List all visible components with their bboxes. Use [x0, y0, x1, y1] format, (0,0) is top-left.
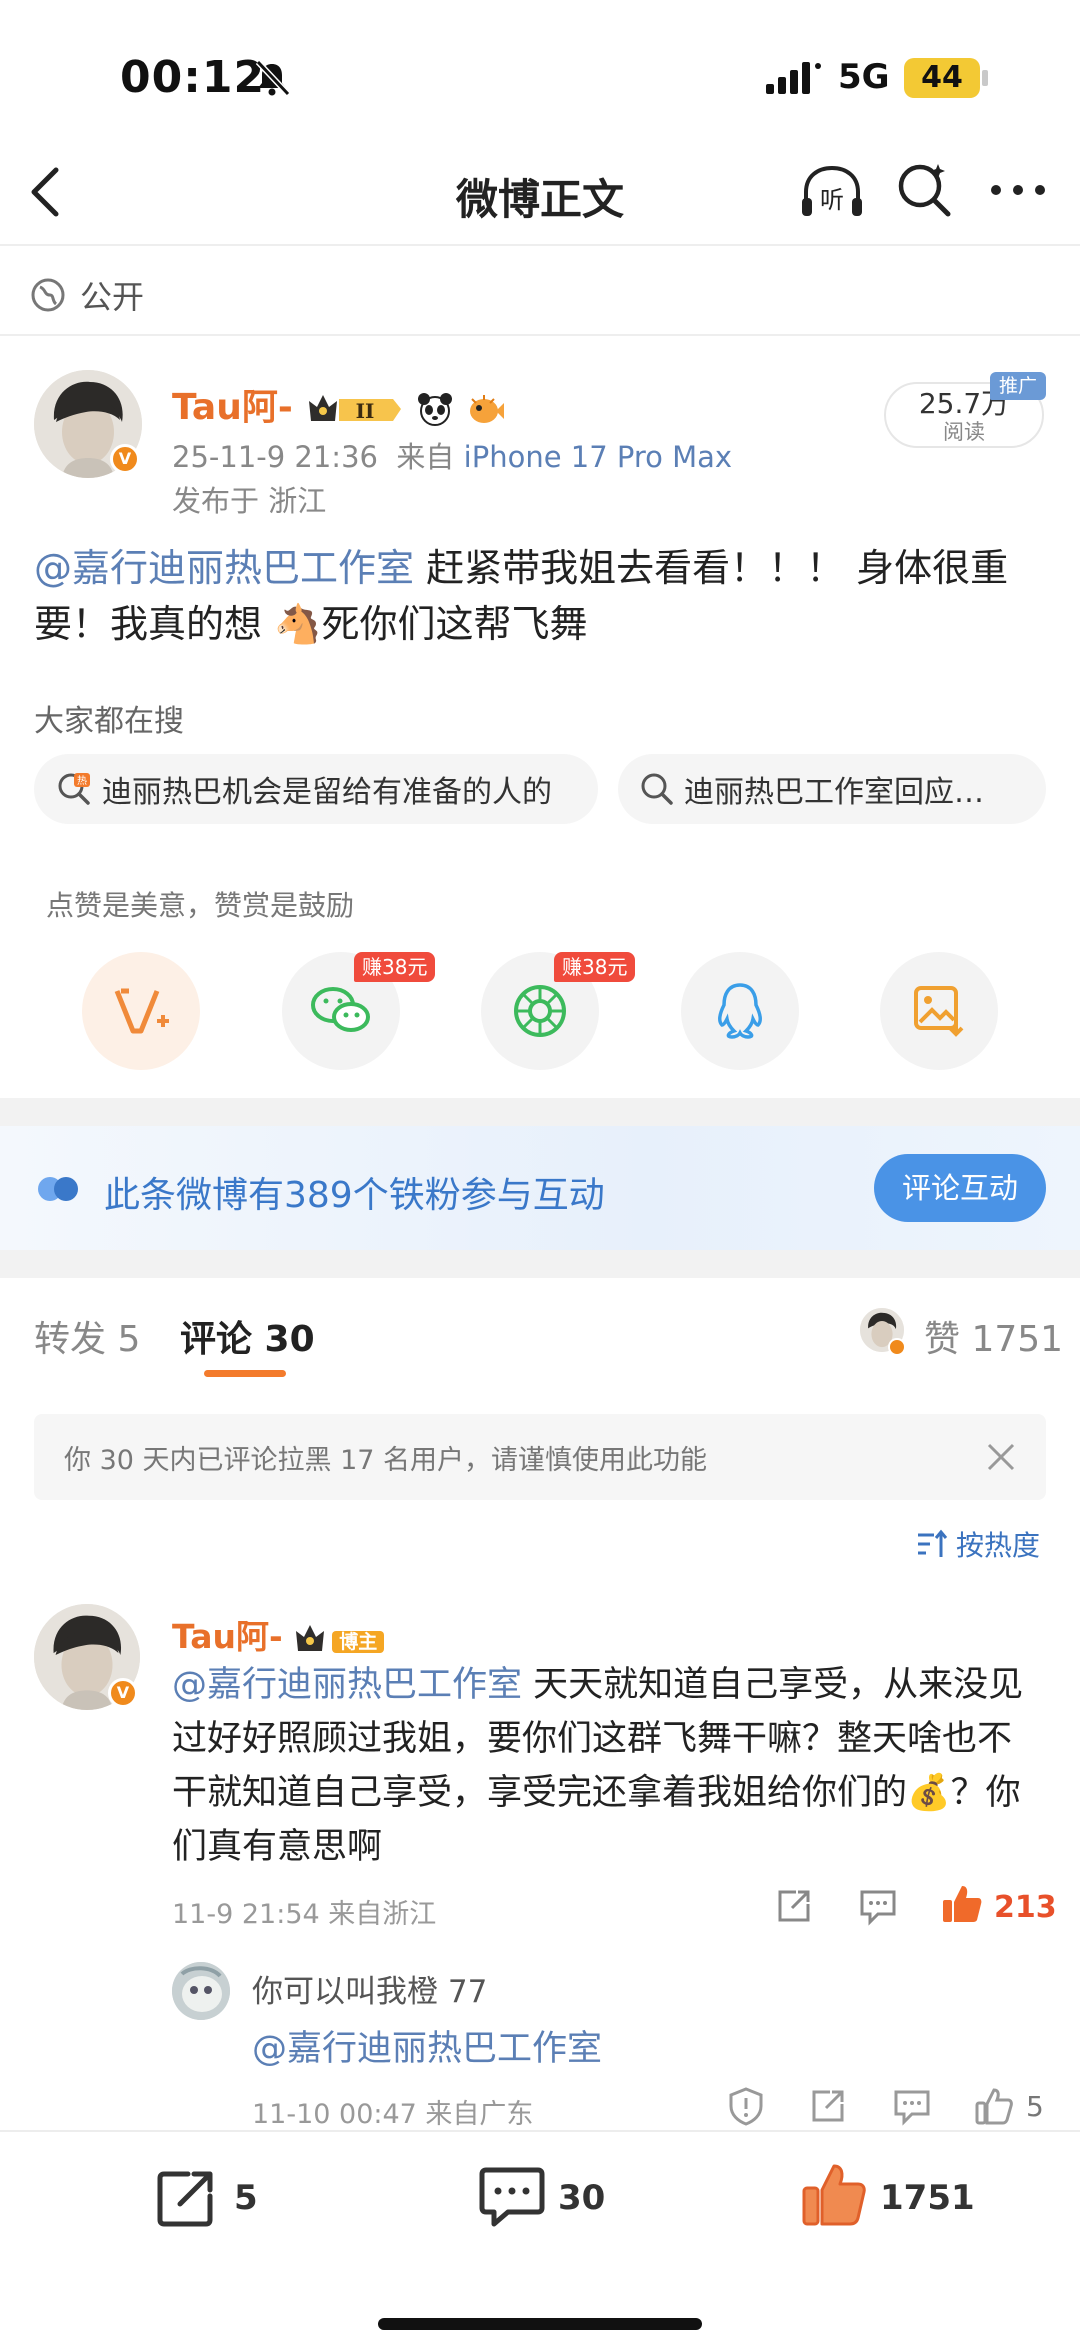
verified-badge-icon: V	[108, 1678, 138, 1708]
report-icon[interactable]	[726, 2086, 766, 2126]
share-comment-icon[interactable]	[774, 1886, 814, 1926]
read-count-label: 阅读	[943, 420, 985, 444]
comment-icon[interactable]	[478, 2164, 546, 2230]
panda-icon	[417, 393, 452, 426]
post-author-name[interactable]: Tau阿-	[172, 387, 293, 428]
post-meta: 25-11-9 21:36 来自 iPhone 17 Pro Max	[172, 434, 732, 476]
visibility-label: 公开	[80, 278, 145, 316]
comment-interact-button[interactable]: 评论互动	[874, 1154, 1046, 1222]
reply-comment-icon[interactable]	[858, 1886, 898, 1926]
reply-meta: 11-10 00:47 来自广东	[252, 2099, 534, 2130]
like-comment-icon[interactable]	[940, 1882, 984, 1926]
horse-emoji: 🐴	[274, 602, 322, 646]
sort-icon	[918, 1529, 948, 1557]
comment-mention-link[interactable]: @嘉行迪丽热巴工作室	[172, 1665, 522, 1705]
like-reply-icon[interactable]	[974, 2086, 1014, 2126]
repost-icon[interactable]	[154, 2166, 218, 2230]
post-mention-link[interactable]: @嘉行迪丽热巴工作室	[34, 546, 414, 590]
sort-label: 按热度	[956, 1529, 1041, 1562]
image-download-icon	[914, 986, 964, 1037]
bell-off-icon	[255, 59, 291, 97]
home-indicator	[378, 2318, 702, 2330]
divider	[0, 244, 1080, 246]
divider	[0, 334, 1080, 336]
member-level-badge-icon[interactable]: II	[305, 391, 403, 427]
share-reply-icon[interactable]	[808, 2086, 848, 2126]
active-tab-indicator	[204, 1370, 286, 1377]
svg-text:II: II	[356, 399, 375, 423]
battery-cap	[982, 70, 988, 86]
trending-search-label: 迪丽热巴机会是留给有准备的人的	[102, 775, 552, 810]
reply-author-name[interactable]: 你可以叫我橙 77	[252, 1966, 487, 2011]
reply-mention-link[interactable]: @嘉行迪丽热巴工作室	[252, 2020, 602, 2071]
like-icon[interactable]	[800, 2160, 868, 2228]
post-from-label: 来自	[396, 440, 455, 474]
qq-icon	[718, 983, 762, 1039]
wechat-moments-icon	[514, 985, 566, 1037]
svg-text:听: 听	[820, 186, 844, 214]
network-type: 5G	[838, 57, 890, 97]
hot-search-icon: 热	[58, 773, 90, 805]
tab-comment[interactable]: 评论 30	[180, 1310, 315, 1362]
comment-body: @嘉行迪丽热巴工作室 天天就知道自己享受，从来没见过好好照顾过我姐，要你们这群飞…	[172, 1658, 1042, 1874]
wechat-icon	[311, 987, 370, 1032]
section-gap	[0, 1098, 1080, 1126]
post-text-part2: 死你们这帮飞舞	[321, 602, 588, 646]
op-badge: 博主	[332, 1631, 385, 1653]
reply-like-count: 5	[1026, 2090, 1044, 2123]
post-body: @嘉行迪丽热巴工作室 赶紧带我姐去看看！！！ 身体很重要！我真的想 🐴死你们这帮…	[34, 540, 1054, 652]
save-image-button[interactable]	[880, 952, 998, 1070]
svg-text:热: 热	[77, 774, 87, 787]
money-bag-emoji: 💰	[907, 1773, 951, 1813]
battery-indicator: 44	[904, 58, 980, 98]
iron-fans-text: 此条微博有389个铁粉参与互动	[104, 1175, 605, 1216]
post-author-row: Tau阿- II	[172, 378, 505, 430]
reply-author-avatar[interactable]	[172, 1962, 230, 2020]
listen-icon[interactable]: 听	[798, 162, 866, 222]
comment-like-count: 213	[994, 1890, 1057, 1925]
signal-icon	[766, 62, 821, 94]
more-icon[interactable]	[988, 180, 1048, 200]
post-time: 25-11-9 21:36	[172, 440, 378, 474]
trending-search-chip[interactable]: 迪丽热巴工作室回应…	[618, 754, 1046, 824]
reply-to-reply-icon[interactable]	[892, 2086, 932, 2126]
sort-by-heat-button[interactable]: 按热度	[916, 1524, 1040, 1564]
verified-badge-icon: V	[110, 444, 140, 474]
close-icon[interactable]	[984, 1440, 1018, 1474]
reward-button[interactable]	[82, 952, 200, 1070]
comment-author-name[interactable]: Tau阿-	[172, 1617, 283, 1656]
comment-meta: 11-9 21:54 来自浙江	[172, 1899, 437, 1930]
comment-count: 30	[558, 2178, 606, 2218]
status-time: 00:12	[120, 52, 266, 103]
comment-author-row: Tau阿- 博主	[172, 1610, 385, 1658]
earn-badge: 赚38元	[354, 952, 436, 982]
post-location: 发布于 浙江	[172, 484, 327, 518]
visibility-row: 公开	[30, 270, 144, 320]
repost-count: 5	[234, 2178, 258, 2218]
pufferfish-icon	[470, 395, 505, 423]
tab-likes[interactable]: 赞 1751	[924, 1310, 1063, 1362]
tab-repost[interactable]: 转发 5	[34, 1310, 140, 1362]
section-gap	[0, 1250, 1080, 1278]
reward-v-plus-icon	[114, 988, 169, 1034]
bottom-action-bar	[0, 2130, 1080, 2347]
verified-badge-icon	[888, 1338, 906, 1356]
trending-search-header: 大家都在搜	[34, 704, 184, 739]
iron-fans-icon	[38, 1177, 78, 1201]
member-level-badge-icon	[296, 1624, 325, 1651]
globe-icon	[31, 278, 65, 312]
post-device[interactable]: iPhone 17 Pro Max	[464, 440, 732, 474]
blocklist-notice-text: 你 30 天内已评论拉黑 17 名用户，请谨慎使用此功能	[64, 1445, 708, 1476]
search-icon[interactable]	[894, 160, 954, 220]
trending-search-chip[interactable]: 热 迪丽热巴机会是留给有准备的人的	[34, 754, 598, 824]
earn-badge: 赚38元	[554, 952, 636, 982]
share-qq-button[interactable]	[681, 952, 799, 1070]
search-icon	[641, 773, 673, 805]
trending-search-label: 迪丽热巴工作室回应…	[684, 775, 984, 810]
promo-badge[interactable]: 推广	[990, 372, 1046, 400]
like-count: 1751	[880, 2178, 975, 2218]
reward-tip: 点赞是美意，赞赏是鼓励	[46, 889, 355, 922]
